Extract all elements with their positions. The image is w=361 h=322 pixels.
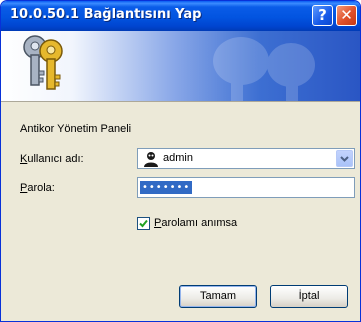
keys-icon — [23, 35, 63, 90]
realm-text: Antikor Yönetim Paneli — [20, 123, 132, 135]
cancel-button[interactable]: İptal — [270, 285, 348, 308]
remember-label-rest: arolamı anımsa — [161, 217, 238, 229]
password-input[interactable]: ••••••• — [137, 177, 355, 198]
chevron-down-icon — [340, 156, 349, 162]
password-label-rest: arola: — [27, 182, 55, 194]
window-title: 10.0.50.1 Bağlantısını Yap — [10, 7, 202, 22]
username-dropdown-button[interactable] — [336, 150, 353, 167]
close-button[interactable]: ✕ — [336, 5, 357, 26]
remember-password-label[interactable]: Parolamı anımsa — [154, 217, 237, 229]
title-bar[interactable]: 10.0.50.1 Bağlantısını Yap ? ✕ — [1, 1, 360, 31]
username-value: admin — [163, 152, 193, 164]
user-avatar-icon — [144, 152, 158, 167]
login-dialog: 10.0.50.1 Bağlantısını Yap ? ✕ Antikor Y… — [0, 0, 361, 322]
checkmark-icon — [139, 219, 148, 228]
banner-keys-watermark-icon — [213, 37, 315, 101]
username-label-rest: ullanıcı adı: — [27, 153, 84, 165]
username-label: Kullanıcı adı: — [20, 153, 84, 165]
password-masked-value: ••••••• — [140, 181, 193, 194]
ok-button[interactable]: Tamam — [179, 285, 257, 308]
username-combobox[interactable]: admin — [137, 148, 355, 169]
remember-password-checkbox[interactable] — [137, 217, 150, 230]
password-label: Parola: — [20, 182, 55, 194]
help-button[interactable]: ? — [312, 5, 333, 26]
